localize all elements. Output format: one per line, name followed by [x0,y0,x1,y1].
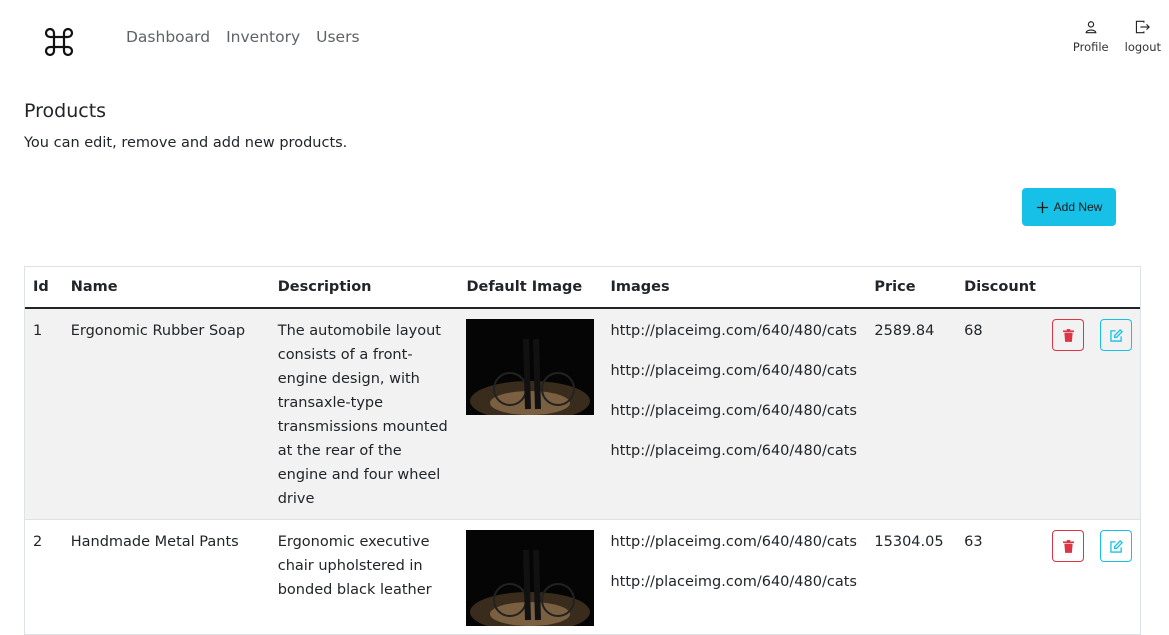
delete-button[interactable] [1052,530,1084,562]
cell-price: 2589.84 [874,323,935,339]
cell-name: Ergonomic Rubber Soap [70,323,246,339]
image-url[interactable]: http://placeimg.com/640/480/cats [610,570,858,594]
header-default-image: Default Image [458,267,603,309]
cell-default-image [458,308,602,520]
image-url[interactable]: http://placeimg.com/640/480/cats [610,319,858,343]
table-header-row: Id Name Description Default Image Images… [25,267,1140,309]
cell-images: http://placeimg.com/640/480/cats http://… [602,308,866,520]
profile-label: Profile [1072,40,1109,54]
nav-actions: Profile logout [1073,20,1161,54]
header-id: Id [25,267,63,309]
cell-name: Handmade Metal Pants [70,534,239,550]
table-row: 2 Handmade Metal Pants Ergonomic executi… [25,519,1140,635]
cell-discount: 63 [964,534,983,550]
edit-icon [1109,539,1123,553]
cell-images: http://placeimg.com/640/480/cats http://… [602,520,866,635]
command-logo-icon[interactable] [42,25,76,59]
cell-price: 15304.05 [874,534,944,550]
products-table: Id Name Description Default Image Images… [24,266,1141,635]
nav-links: Dashboard Inventory Users [126,28,360,46]
header-description: Description [269,267,459,309]
nav-link-users[interactable]: Users [316,28,359,46]
image-url[interactable]: http://placeimg.com/640/480/cats [610,399,858,423]
add-new-button[interactable]: Add New [1022,188,1116,226]
trash-icon [1062,539,1074,553]
cell-description: Ergonomic executive chair upholstered in… [277,534,432,598]
cell-actions [1044,520,1140,635]
delete-button[interactable] [1052,319,1084,351]
header-actions [1044,267,1140,309]
add-new-label: Add New [1053,200,1103,214]
header-images: Images [602,267,867,309]
navbar: Dashboard Inventory Users Profile logout [0,0,1169,80]
edit-button[interactable] [1100,530,1132,562]
edit-icon [1109,328,1123,342]
plus-icon [1036,201,1048,213]
edit-button[interactable] [1100,319,1132,351]
image-url[interactable]: http://placeimg.com/640/480/cats [610,359,858,383]
product-thumbnail [466,319,595,415]
logout-label: logout [1124,40,1161,54]
logout-link[interactable]: logout [1125,20,1161,54]
cell-default-image [458,520,602,635]
header-name: Name [62,267,270,309]
product-thumbnail [466,530,595,626]
user-icon [1085,21,1097,34]
table-row: 1 Ergonomic Rubber Soap The automobile l… [25,308,1140,520]
profile-link[interactable]: Profile [1073,20,1109,54]
nav-link-inventory[interactable]: Inventory [226,28,300,46]
cell-description: The automobile layout consists of a fron… [277,323,448,507]
image-url[interactable]: http://placeimg.com/640/480/cats [610,439,858,463]
page-title: Products [24,100,107,122]
trash-icon [1062,328,1074,342]
cell-id: 1 [33,323,43,339]
cell-id: 2 [33,534,43,550]
cell-actions [1044,308,1140,520]
logout-icon [1135,20,1150,34]
header-discount: Discount [956,267,1044,309]
cell-discount: 68 [964,323,983,339]
header-price: Price [866,267,957,309]
page-description: You can edit, remove and add new product… [24,135,348,151]
nav-link-dashboard[interactable]: Dashboard [126,28,210,46]
image-url[interactable]: http://placeimg.com/640/480/cats [610,530,858,554]
